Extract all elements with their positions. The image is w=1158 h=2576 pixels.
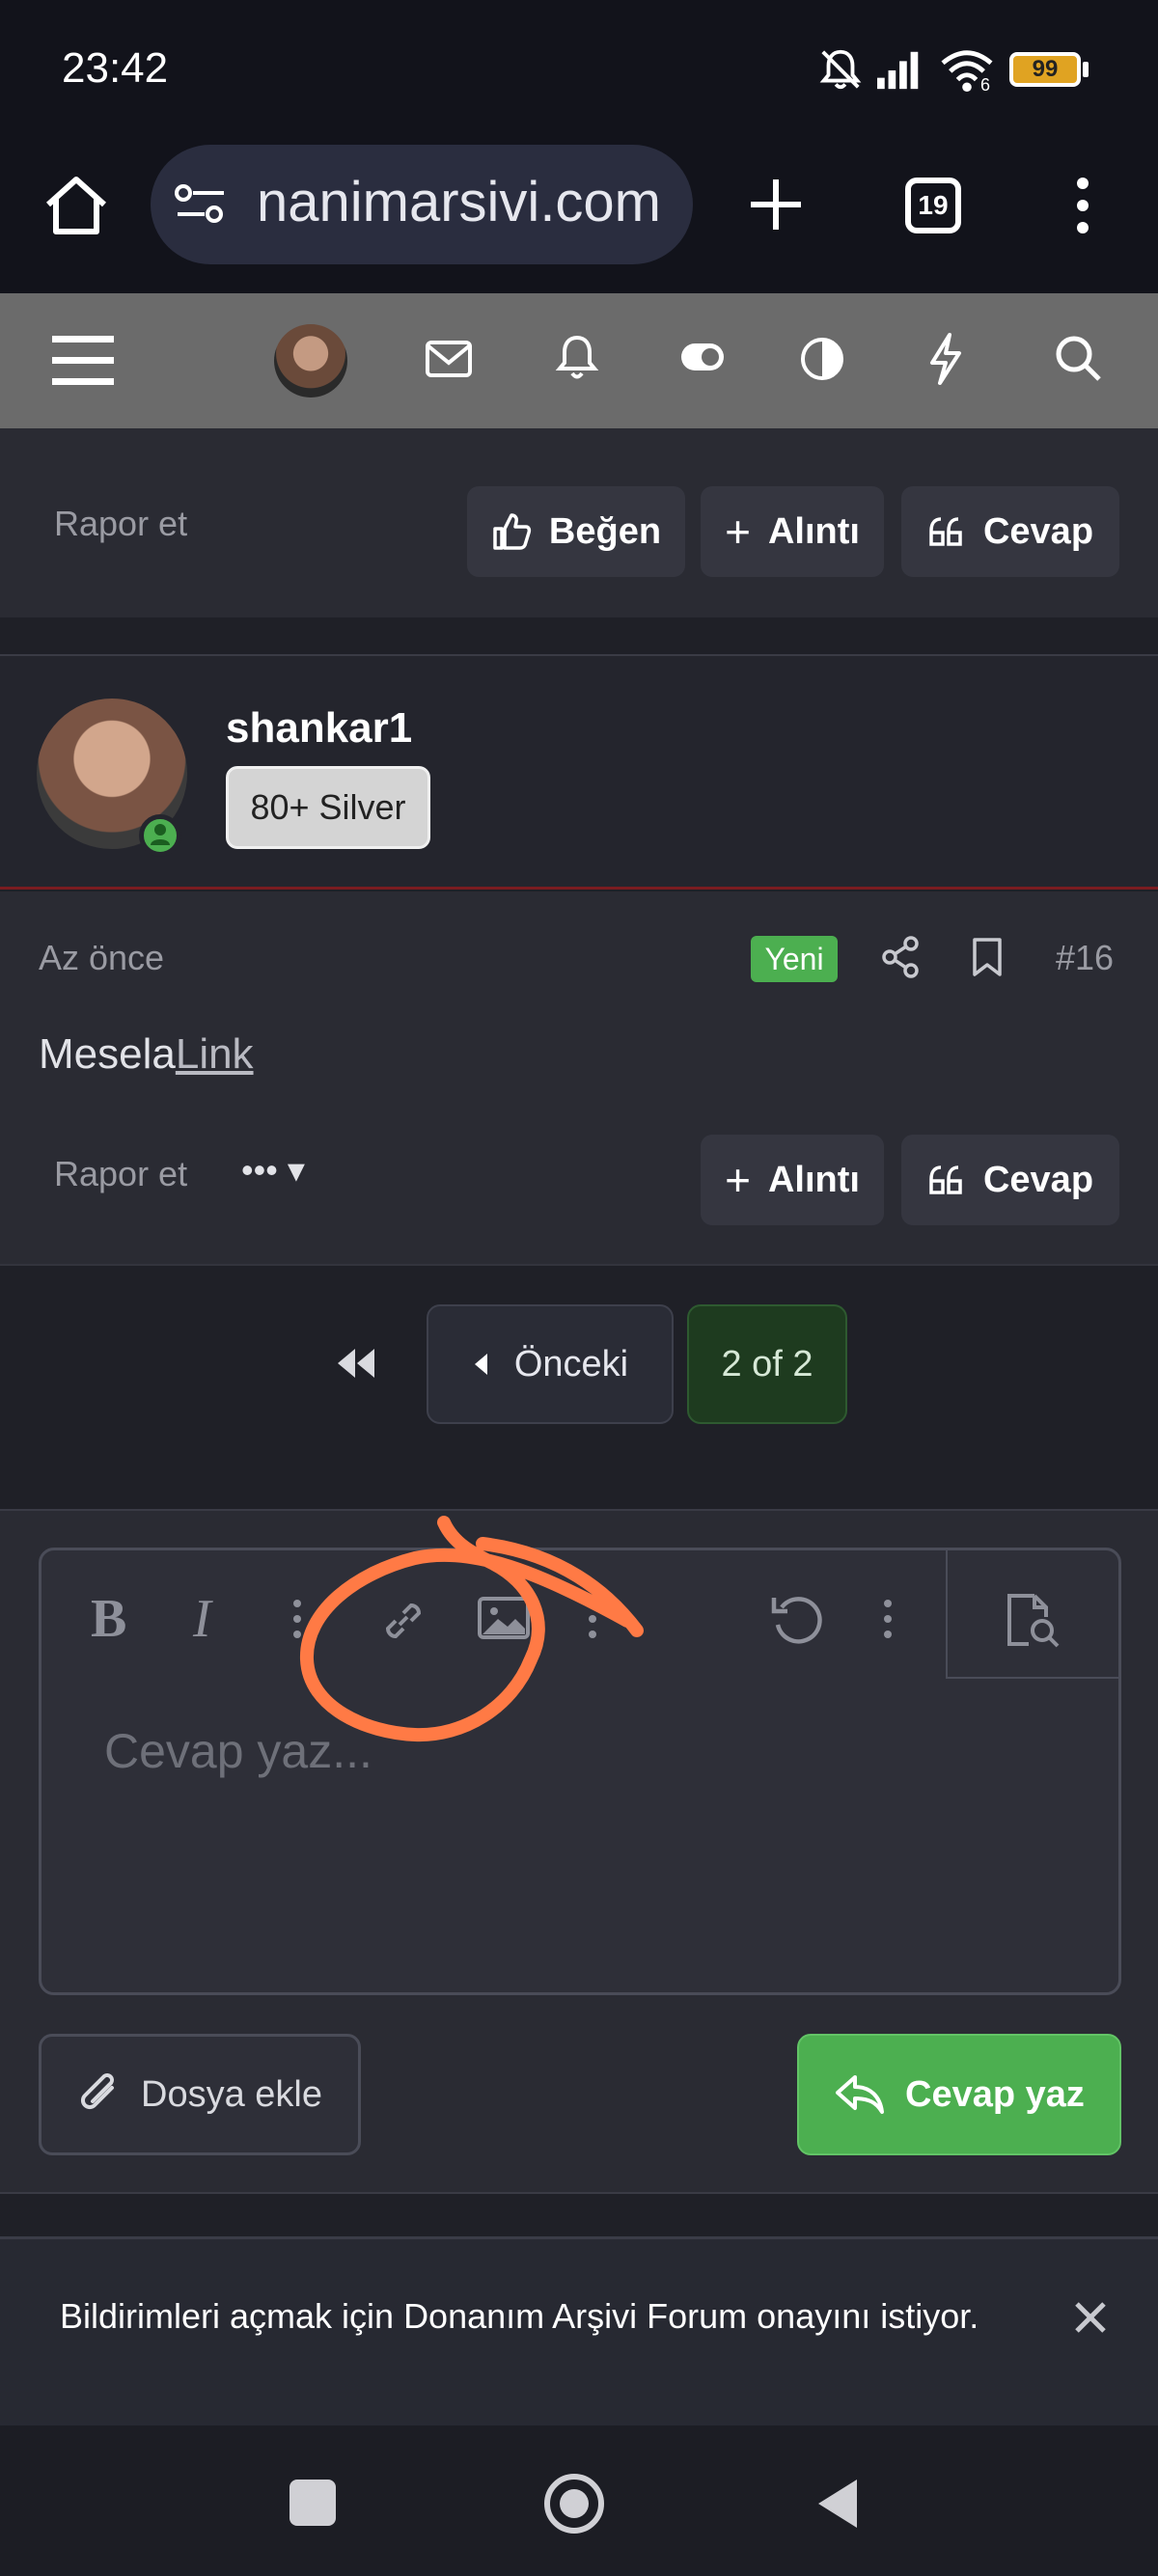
cut-off-text: [347, 417, 637, 428]
post-text: Mesela: [39, 1030, 176, 1078]
reply-button[interactable]: Cevap: [901, 1135, 1119, 1225]
back-nav-icon[interactable]: [814, 2476, 861, 2532]
quote-label: Alıntı: [767, 1159, 860, 1200]
like-label: Beğen: [548, 510, 662, 552]
status-time: 23:42: [62, 44, 169, 92]
quote-marks-icon: [929, 1165, 962, 1194]
undo-icon[interactable]: [770, 1592, 826, 1646]
url-text[interactable]: nanimarsivi.com: [257, 170, 661, 234]
signal-icon: [877, 51, 919, 90]
italic-icon[interactable]: I: [193, 1588, 211, 1650]
post-reply-label: Cevap yaz: [905, 2073, 1085, 2115]
bell-icon[interactable]: [554, 332, 600, 382]
new-badge: Yeni: [751, 936, 838, 982]
quote-marks-icon: [929, 517, 962, 546]
annotation-circle: [299, 1516, 644, 1742]
report-link[interactable]: Rapor et: [54, 504, 187, 544]
attach-label: Dosya ekle: [141, 2073, 322, 2115]
post-reply-button[interactable]: Cevap yaz: [797, 2034, 1121, 2155]
battery-icon: 99: [1009, 52, 1081, 87]
post-separator: [0, 617, 1158, 654]
report-link[interactable]: Rapor et: [54, 1154, 187, 1194]
post-link[interactable]: Link: [176, 1030, 254, 1078]
lightning-icon[interactable]: [926, 332, 965, 386]
reply-label: Cevap: [982, 1159, 1094, 1200]
reply-button[interactable]: Cevap: [901, 486, 1119, 577]
thumbs-up-icon: [493, 513, 532, 550]
wifi-label: 6: [980, 75, 991, 95]
toggle-icon[interactable]: [679, 342, 726, 372]
bell-muted-icon: [819, 49, 862, 90]
search-icon[interactable]: [1054, 334, 1102, 382]
quote-button[interactable]: + Alıntı: [701, 1135, 884, 1225]
previous-label: Önceki: [513, 1343, 629, 1384]
preview-icon[interactable]: [1004, 1592, 1062, 1650]
quote-label: Alıntı: [767, 510, 860, 552]
more-options-icon[interactable]: ••• ▾: [241, 1150, 305, 1191]
hamburger-menu-icon[interactable]: [52, 334, 114, 386]
close-icon[interactable]: [1073, 2300, 1108, 2335]
recents-icon[interactable]: [290, 2480, 336, 2526]
quote-button[interactable]: + Alıntı: [701, 486, 884, 577]
author-username[interactable]: shankar1: [226, 704, 412, 753]
attach-file-button[interactable]: Dosya ekle: [39, 2034, 361, 2155]
reply-label: Cevap: [982, 510, 1094, 552]
notification-text[interactable]: Bildirimleri açmak için Donanım Arşivi F…: [60, 2296, 979, 2337]
home-nav-icon[interactable]: [542, 2472, 606, 2535]
new-tab-icon[interactable]: [747, 176, 805, 233]
user-avatar[interactable]: [274, 324, 347, 397]
bookmark-icon[interactable]: [971, 936, 1004, 978]
home-icon[interactable]: [42, 174, 110, 237]
site-settings-icon[interactable]: [174, 181, 228, 228]
like-button[interactable]: Beğen: [467, 486, 685, 577]
mail-icon[interactable]: [425, 340, 473, 378]
person-icon: [151, 824, 170, 845]
author-rank-badge: 80+ Silver: [226, 766, 430, 849]
caret-left-icon: [474, 1354, 487, 1375]
plus-icon: +: [725, 507, 751, 557]
post-time[interactable]: Az önce: [39, 938, 164, 978]
more-menu-icon[interactable]: [1071, 176, 1094, 235]
first-page-icon[interactable]: [334, 1347, 376, 1380]
bold-icon[interactable]: B: [91, 1588, 126, 1650]
battery-tip: [1083, 62, 1089, 77]
share-icon[interactable]: [882, 936, 921, 978]
previous-page-button[interactable]: Önceki: [427, 1304, 674, 1424]
plus-icon: +: [725, 1155, 751, 1205]
post-number[interactable]: #16: [1056, 938, 1114, 978]
more-actions-icon[interactable]: [882, 1598, 894, 1640]
tab-switcher-button[interactable]: 19: [905, 178, 961, 233]
paperclip-icon: [80, 2073, 114, 2110]
current-page[interactable]: 2 of 2: [687, 1304, 847, 1424]
reply-arrow-icon: [836, 2075, 885, 2114]
contrast-icon[interactable]: [799, 336, 845, 382]
post-content: MeselaLink: [39, 1030, 254, 1079]
